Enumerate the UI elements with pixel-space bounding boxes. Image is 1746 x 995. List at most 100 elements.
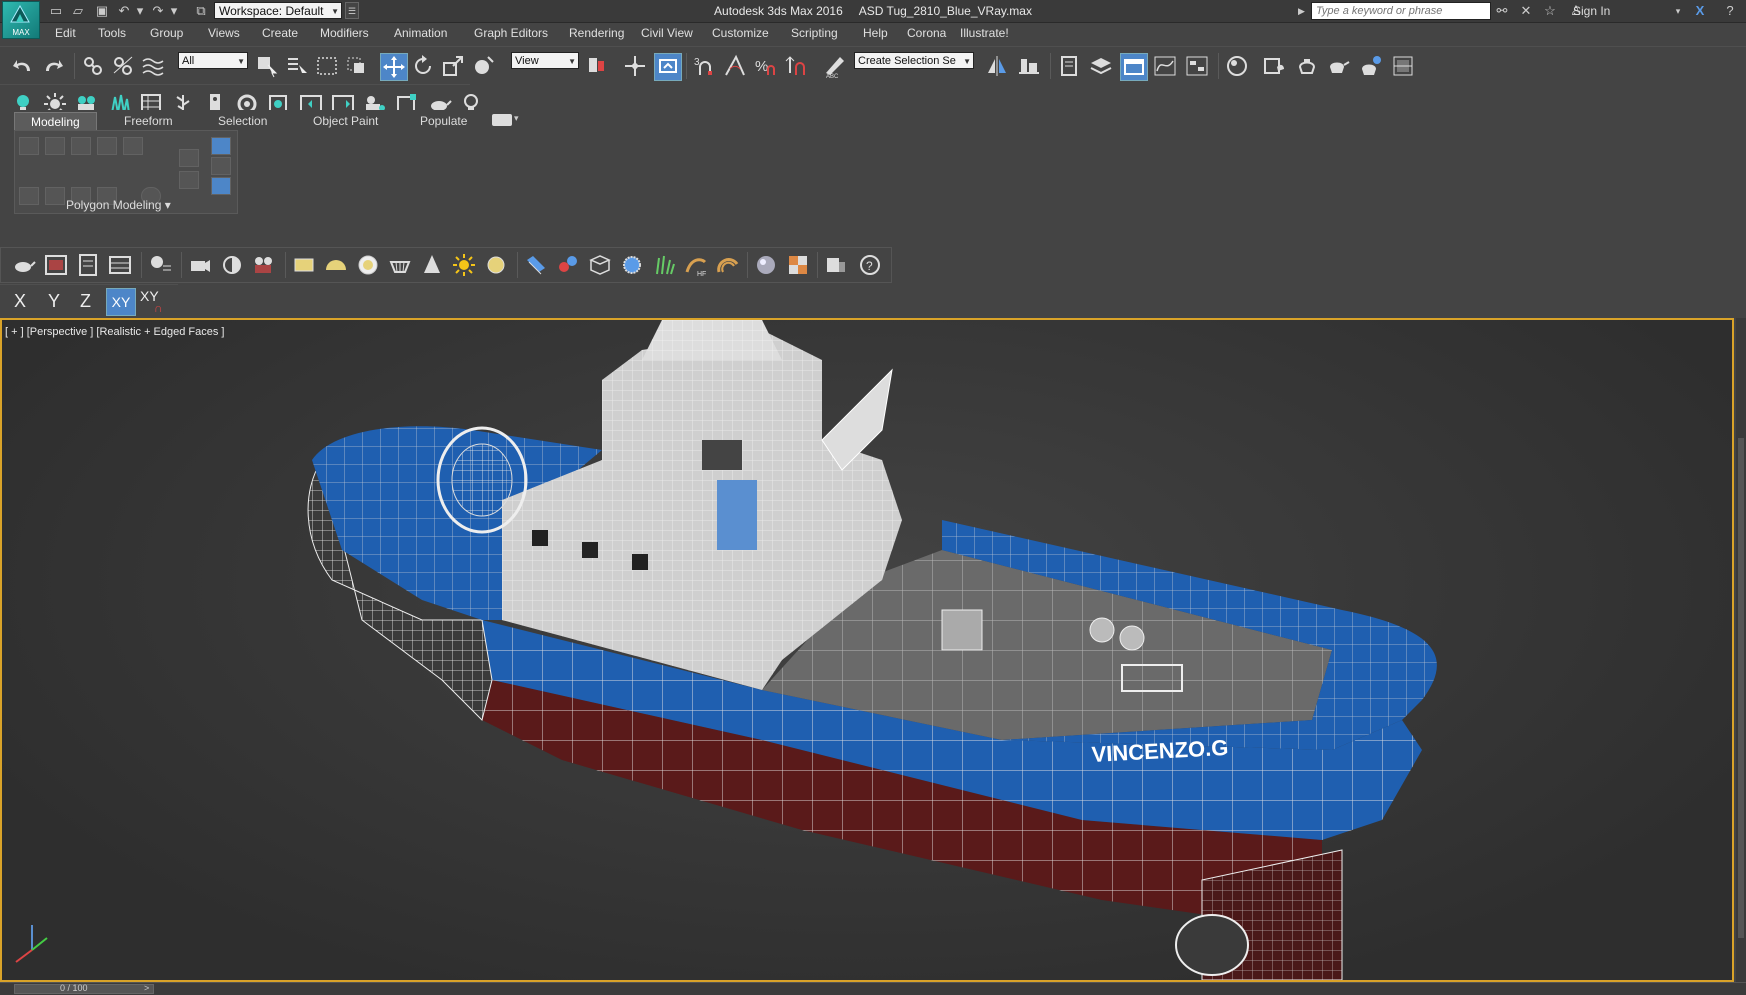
select-and-rotate-icon[interactable] [410, 53, 436, 79]
toggle-scene-explorer-icon[interactable] [1056, 53, 1082, 79]
edit-poly-mode-icon[interactable] [211, 177, 231, 195]
render-iterative-icon[interactable] [1358, 53, 1384, 79]
edit-named-selection-icon[interactable]: ABC [822, 53, 848, 80]
schematic-view-icon[interactable] [1184, 53, 1210, 79]
shell-icon[interactable] [715, 252, 741, 278]
menu-corona[interactable]: Corona [907, 26, 946, 40]
search-input[interactable] [1312, 3, 1490, 19]
open-file-icon[interactable]: ▱ [70, 3, 86, 18]
spinner-snap-icon[interactable] [782, 53, 808, 79]
show-end-result-icon[interactable] [211, 137, 231, 155]
rectangular-selection-icon[interactable] [314, 53, 340, 79]
pin-stack-icon[interactable] [211, 157, 231, 175]
toggle-ribbon-icon[interactable] [1120, 53, 1148, 81]
axis-x-button[interactable]: X [14, 291, 26, 312]
select-and-scale-icon[interactable] [440, 53, 466, 79]
instancer-icon[interactable] [523, 252, 549, 278]
help-icon[interactable]: ? [1722, 3, 1738, 19]
plane-light-icon[interactable] [291, 252, 317, 278]
exposure-icon[interactable] [219, 252, 245, 278]
next-frame-icon[interactable]: > [144, 983, 149, 993]
bind-to-space-warp-icon[interactable] [140, 53, 166, 79]
vertex-mode-icon[interactable] [19, 137, 39, 155]
material-sphere-icon[interactable] [753, 252, 779, 278]
search-expand-icon[interactable]: ▶ [1298, 2, 1310, 20]
select-object-icon[interactable] [254, 53, 280, 79]
menu-civil-view[interactable]: Civil View [641, 26, 693, 40]
snaps-toggle-icon[interactable]: 3 [692, 53, 718, 79]
next-modifier-icon[interactable] [179, 171, 199, 189]
undo-toolbar-icon[interactable] [10, 53, 36, 79]
teapot-render-icon[interactable] [11, 252, 37, 278]
redo-dropdown-icon[interactable]: ▾ [166, 3, 182, 18]
mirror-icon[interactable] [984, 53, 1010, 79]
menu-group[interactable]: Group [150, 26, 183, 40]
exchange-x-icon[interactable]: X [1692, 3, 1708, 19]
select-and-place-icon[interactable] [470, 53, 496, 79]
tab-freeform[interactable]: Freeform [108, 112, 189, 130]
table-view-icon[interactable] [107, 252, 133, 278]
undo-icon[interactable]: ↶ [116, 3, 132, 18]
save-icon[interactable]: ▣ [94, 3, 110, 18]
menu-illustrate[interactable]: Illustrate! [960, 26, 1009, 40]
ribbon-options-icon[interactable] [492, 114, 512, 126]
particle-icon[interactable] [555, 252, 581, 278]
toggle-layer-explorer-icon[interactable] [1088, 53, 1114, 79]
menu-modifiers[interactable]: Modifiers [320, 26, 369, 40]
named-selection-dropdown[interactable]: Create Selection Se ▼ [854, 52, 974, 69]
axis-z-button[interactable]: Z [80, 291, 91, 312]
menu-create[interactable]: Create [262, 26, 298, 40]
pivot-center-icon[interactable] [584, 53, 610, 79]
command-panel-scrollbar[interactable] [1736, 318, 1746, 982]
percent-snap-icon[interactable]: % [752, 53, 778, 79]
settings-panel-icon[interactable] [823, 252, 849, 278]
polygon-modeling-label[interactable]: Polygon Modeling ▾ [66, 198, 171, 212]
redo-icon[interactable]: ↷ [150, 3, 166, 18]
tab-modeling[interactable]: Modeling [14, 112, 97, 131]
clipper-icon[interactable] [587, 252, 613, 278]
undo-dropdown-icon[interactable]: ▾ [132, 3, 148, 18]
favorites-star-icon[interactable]: ☆ [1542, 3, 1558, 19]
binoculars-icon[interactable]: ⚯ [1494, 3, 1510, 19]
project-folder-icon[interactable]: ⧉ [193, 3, 209, 18]
help-circle-icon[interactable]: ? [857, 252, 883, 278]
edge-mode-icon[interactable] [45, 137, 65, 155]
menu-help[interactable]: Help [863, 26, 888, 40]
tab-selection[interactable]: Selection [202, 112, 283, 130]
frame-window-icon[interactable] [43, 252, 69, 278]
reference-coordinate-dropdown[interactable]: View ▼ [511, 52, 579, 69]
fur-ball-icon[interactable] [619, 252, 645, 278]
menu-edit[interactable]: Edit [55, 26, 76, 40]
material-editor-icon[interactable] [1224, 53, 1250, 79]
grass-icon[interactable] [651, 252, 677, 278]
dome-light-icon[interactable] [323, 252, 349, 278]
align-icon[interactable] [1016, 53, 1042, 79]
select-by-name-icon[interactable] [284, 53, 310, 79]
viewport-label[interactable]: [ + ] [Perspective ] [Realistic + Edged … [5, 326, 225, 338]
polygon-mode-icon[interactable] [97, 137, 117, 155]
workspace-select[interactable]: Workspace: Default ▼ [214, 2, 342, 19]
camera-physical-icon[interactable] [187, 252, 213, 278]
camera-render-icon[interactable] [251, 252, 277, 278]
hair-fur-icon[interactable]: HF [683, 252, 709, 278]
light-lister-icon[interactable] [147, 252, 173, 278]
axis-y-button[interactable]: Y [48, 291, 60, 312]
preserve-uvs-icon[interactable] [45, 187, 65, 205]
ribbon-options-dropdown-icon[interactable]: ▾ [514, 113, 519, 124]
selection-filter-dropdown[interactable]: All ▼ [178, 52, 248, 69]
workspace-more-button[interactable]: ☰ [345, 2, 359, 19]
sign-in-link[interactable]: Sign In [1573, 4, 1610, 18]
element-mode-icon[interactable] [123, 137, 143, 155]
vray-sun-icon[interactable] [451, 252, 477, 278]
render-production-icon[interactable] [1326, 53, 1352, 79]
mesh-light-basket-icon[interactable] [387, 252, 413, 278]
menu-views[interactable]: Views [208, 26, 240, 40]
perspective-viewport[interactable]: VINCENZO.G [0, 318, 1734, 982]
select-and-move-icon[interactable] [380, 53, 408, 81]
sphere-light-icon[interactable] [355, 252, 381, 278]
select-manipulate-icon[interactable] [622, 53, 648, 79]
select-and-link-icon[interactable] [80, 53, 106, 79]
menu-tools[interactable]: Tools [98, 26, 126, 40]
menu-scripting[interactable]: Scripting [791, 26, 838, 40]
angle-snap-icon[interactable] [722, 53, 748, 79]
